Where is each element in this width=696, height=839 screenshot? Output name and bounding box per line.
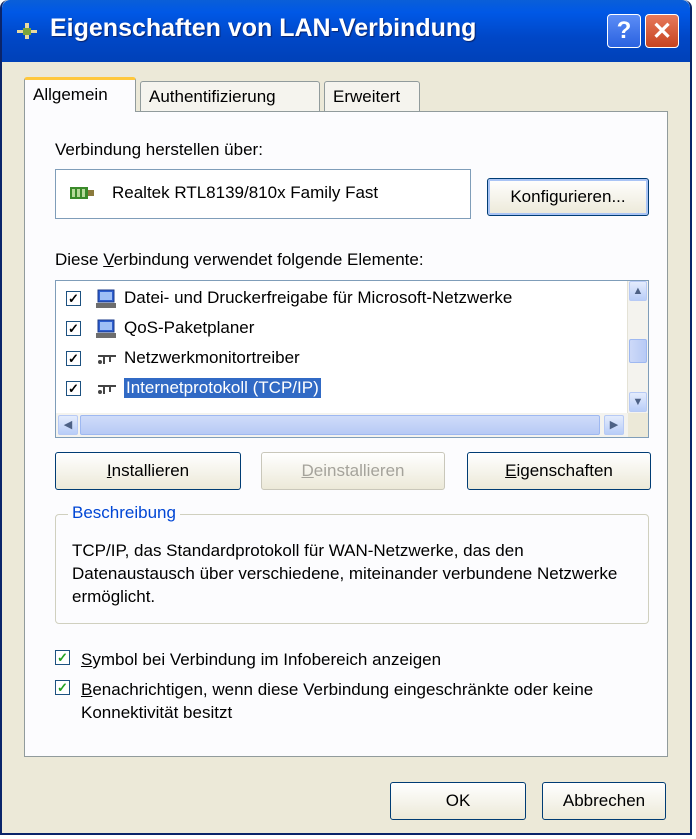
adapter-field: Realtek RTL8139/810x Family Fast [55,169,471,219]
vertical-scroll-thumb[interactable] [629,339,647,363]
component-label: Datei- und Druckerfreigabe für Microsoft… [124,288,513,307]
window-title: Eigenschaften von LAN-Verbindung [50,14,477,42]
horizontal-scroll-thumb[interactable] [80,415,600,435]
cancel-button[interactable]: Abbrechen [542,782,666,820]
component-label: QoS-Paketplaner [124,318,255,337]
network-service-icon [96,289,116,308]
help-button[interactable]: ? [607,14,641,48]
component-checkbox[interactable]: ✓ [66,381,81,396]
list-item[interactable]: ✓ Netzwerkmonitortreiber [56,343,616,373]
configure-button[interactable]: Konfigurieren... [487,178,649,216]
description-text: TCP/IP, das Standardprotokoll für WAN-Ne… [72,541,618,606]
scroll-left-icon[interactable]: ◀ [58,415,78,435]
ok-button[interactable]: OK [390,782,526,820]
component-checkbox[interactable]: ✓ [66,351,81,366]
protocol-icon [98,385,116,394]
list-item[interactable]: ✓ QoS-Paketplaner [56,313,616,343]
list-item[interactable]: ✓ Datei- und Druckerfreigabe für Microso… [56,283,616,313]
show-icon-checkbox[interactable]: ✓ [55,650,70,665]
general-tab-panel: Verbindung herstellen über: Realtek RTL8… [24,111,668,757]
component-label: Netzwerkmonitortreiber [124,348,300,367]
component-label-selected: Internetprotokoll (TCP/IP) [124,378,321,398]
scroll-up-icon[interactable]: ▲ [629,281,647,301]
horizontal-scrollbar[interactable]: ◀ ▶ [56,413,628,437]
network-service-icon [96,319,116,338]
components-label: Diese Verbindung verwendet folgende Elem… [55,250,424,269]
description-title: Beschreibung [68,503,180,523]
network-adapter-icon [70,187,94,199]
network-connection-icon [17,23,37,39]
component-checkbox[interactable]: ✓ [66,321,81,336]
connect-via-label: Verbindung herstellen über: [55,140,263,159]
uninstall-button[interactable]: Deinstallieren [261,452,445,490]
description-group: Beschreibung TCP/IP, das Standardprotoko… [55,503,649,624]
configure-button-label: Konfigurieren... [510,187,626,206]
notify-label: Benachrichtigen, wenn diese Verbindung e… [81,680,594,722]
list-item[interactable]: ✓ Internetprotokoll (TCP/IP) [56,373,616,403]
scrollbar-corner [628,413,648,437]
tab-erweitert[interactable]: Erweitert [324,81,420,111]
properties-dialog: Eigenschaften von LAN-Verbindung ? ✕ All… [0,0,692,835]
adapter-name: Realtek RTL8139/810x Family Fast [112,183,379,202]
vertical-scrollbar[interactable]: ▲ ▼ [627,281,648,413]
protocol-icon [98,355,116,364]
tab-authentifizierung[interactable]: Authentifizierung [140,81,320,111]
show-icon-label: Symbol bei Verbindung im Infobereich anz… [81,650,442,669]
tab-allgemein[interactable]: Allgemein [24,77,136,112]
title-bar[interactable]: Eigenschaften von LAN-Verbindung ? ✕ [2,0,690,62]
install-button[interactable]: Installieren [55,452,241,490]
close-button[interactable]: ✕ [645,14,679,48]
components-list[interactable]: ✓ Datei- und Druckerfreigabe für Microso… [55,280,649,438]
notify-checkbox[interactable]: ✓ [55,680,70,695]
scroll-right-icon[interactable]: ▶ [604,415,624,435]
component-checkbox[interactable]: ✓ [66,291,81,306]
properties-button[interactable]: Eigenschaften [467,452,651,490]
scroll-down-icon[interactable]: ▼ [629,392,647,412]
